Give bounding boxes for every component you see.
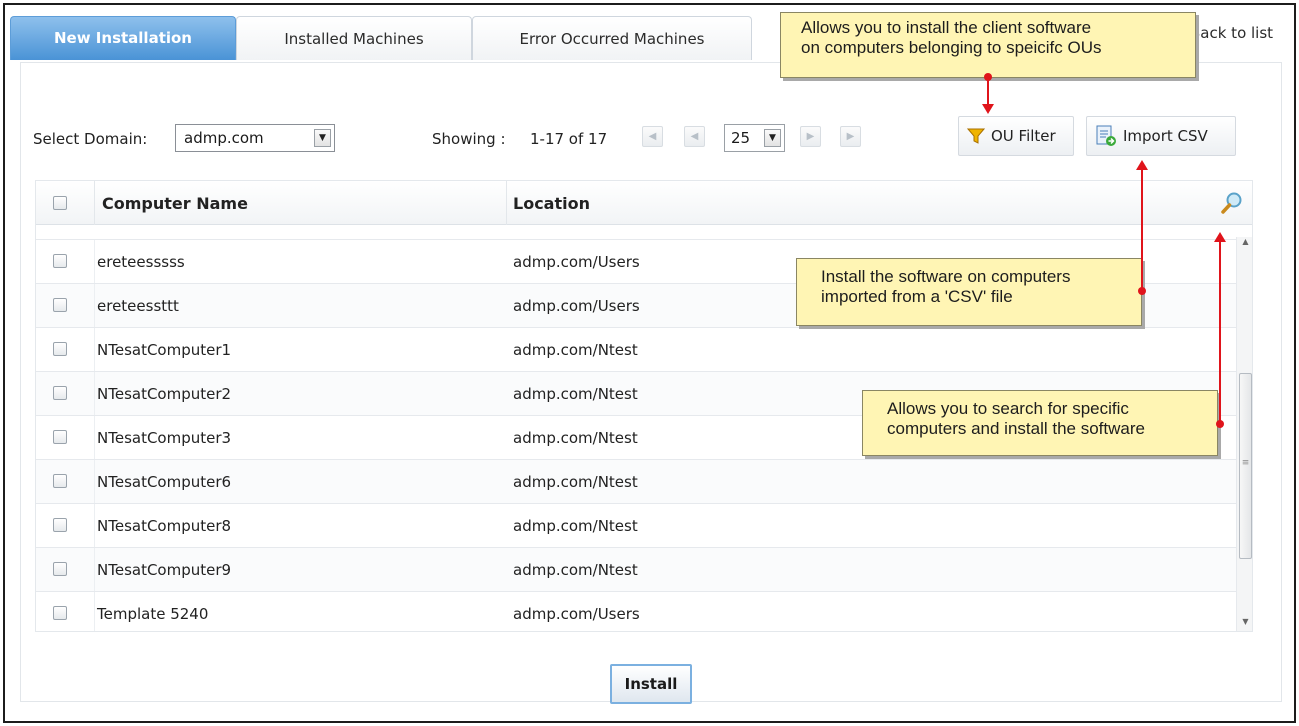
tab-new-installation[interactable]: New Installation [10,16,236,60]
computer-name-cell: NTesatComputer1 [97,341,232,359]
grip-icon: ≡ [1241,458,1250,468]
table-header: Computer Name Location [36,181,1252,225]
location-cell: admp.com/Users [513,297,640,315]
row-checkbox[interactable] [53,518,67,532]
column-divider [94,284,95,328]
scroll-thumb[interactable]: ≡ [1239,373,1252,559]
column-divider [94,372,95,416]
page-size-value: 25 [731,129,751,147]
scroll-up-icon[interactable]: ▲ [1237,237,1252,251]
showing-range: 1-17 of 17 [530,130,608,148]
location-cell: admp.com/Ntest [513,517,638,535]
callout-text: computers and install the software [887,419,1145,438]
callout-import-csv: Install the software on computers import… [796,258,1142,326]
location-cell: admp.com/Ntest [513,385,638,403]
computer-name-cell: NTesatComputer9 [97,561,232,579]
row-checkbox[interactable] [53,298,67,312]
row-checkbox[interactable] [53,254,67,268]
computer-name-cell: NTesatComputer3 [97,429,232,447]
install-button[interactable]: Install [610,664,692,704]
callout-ou-filter: Allows you to install the client softwar… [780,12,1196,78]
table-row[interactable]: NTesatComputer6 admp.com/Ntest [36,459,1238,504]
row-checkbox[interactable] [53,562,67,576]
column-divider [94,460,95,504]
ou-filter-label: OU Filter [991,127,1056,145]
tab-installed-machines[interactable]: Installed Machines [236,16,472,60]
location-cell: admp.com/Ntest [513,429,638,447]
computer-name-cell: NTesatComputer8 [97,517,232,535]
location-cell: admp.com/Ntest [513,341,638,359]
location-cell: admp.com/Users [513,605,640,623]
computer-name-cell: Template 5240 [97,605,209,623]
table-row[interactable]: Template 5240 admp.com/Users [36,591,1238,631]
computer-name-cell: ereteesssss [97,253,185,271]
row-checkbox[interactable] [53,606,67,620]
callout-text: Allows you to search for specific [887,399,1129,418]
import-csv-button[interactable]: Import CSV [1086,116,1236,156]
location-cell: admp.com/Users [513,253,640,271]
computer-name-cell: NTesatComputer2 [97,385,232,403]
back-to-list-link[interactable]: Back to list [1190,24,1294,42]
computer-name-cell: ereteessttt [97,297,179,315]
location-cell: admp.com/Ntest [513,561,638,579]
column-divider [506,181,507,225]
magnifier-icon[interactable] [1220,191,1244,215]
table-row[interactable]: NTesatComputer8 admp.com/Ntest [36,503,1238,548]
callout-text: Install the software on computers [821,267,1071,286]
domain-select-value: admp.com [184,129,264,147]
column-divider [94,548,95,592]
callout-text: Allows you to install the client softwar… [801,18,1092,37]
computer-name-cell: NTesatComputer6 [97,473,232,491]
column-divider [94,328,95,372]
row-checkbox[interactable] [53,430,67,444]
column-divider [94,181,95,225]
domain-select[interactable]: admp.com ▼ [175,124,335,152]
select-all-checkbox[interactable] [53,196,67,210]
funnel-icon [967,128,985,144]
last-page-icon[interactable]: ▶ [840,126,861,147]
column-divider [94,416,95,460]
first-page-icon[interactable]: ◀ [642,126,663,147]
csv-import-icon [1096,125,1116,146]
tab-error-occurred-machines[interactable]: Error Occurred Machines [472,16,752,60]
domain-label: Select Domain: [33,130,148,148]
row-checkbox[interactable] [53,386,67,400]
column-divider [94,504,95,548]
chevron-down-icon[interactable]: ▼ [764,129,781,147]
column-header-location[interactable]: Location [513,181,590,225]
location-cell: admp.com/Ntest [513,473,638,491]
callout-search: Allows you to search for specific comput… [862,390,1218,456]
row-checkbox[interactable] [53,342,67,356]
callout-text: on computers belonging to speicifc OUs [801,38,1102,57]
row-checkbox[interactable] [53,474,67,488]
table-row[interactable]: NTesatComputer1 admp.com/Ntest [36,327,1238,372]
column-header-computer-name[interactable]: Computer Name [102,181,248,225]
callout-text: imported from a 'CSV' file [821,287,1013,306]
column-divider [94,592,95,631]
scroll-down-icon[interactable]: ▼ [1237,617,1252,631]
next-page-icon[interactable]: ▶ [800,126,821,147]
chevron-down-icon[interactable]: ▼ [314,129,331,147]
column-divider [94,240,95,284]
table-scrollbar[interactable]: ▲ ≡ ▼ [1236,237,1252,631]
import-csv-label: Import CSV [1123,127,1208,145]
previous-page-icon[interactable]: ◀ [684,126,705,147]
showing-label: Showing : [432,130,506,148]
page-size-select[interactable]: 25 ▼ [724,124,785,152]
ou-filter-button[interactable]: OU Filter [958,116,1074,156]
table-row[interactable]: NTesatComputer9 admp.com/Ntest [36,547,1238,592]
